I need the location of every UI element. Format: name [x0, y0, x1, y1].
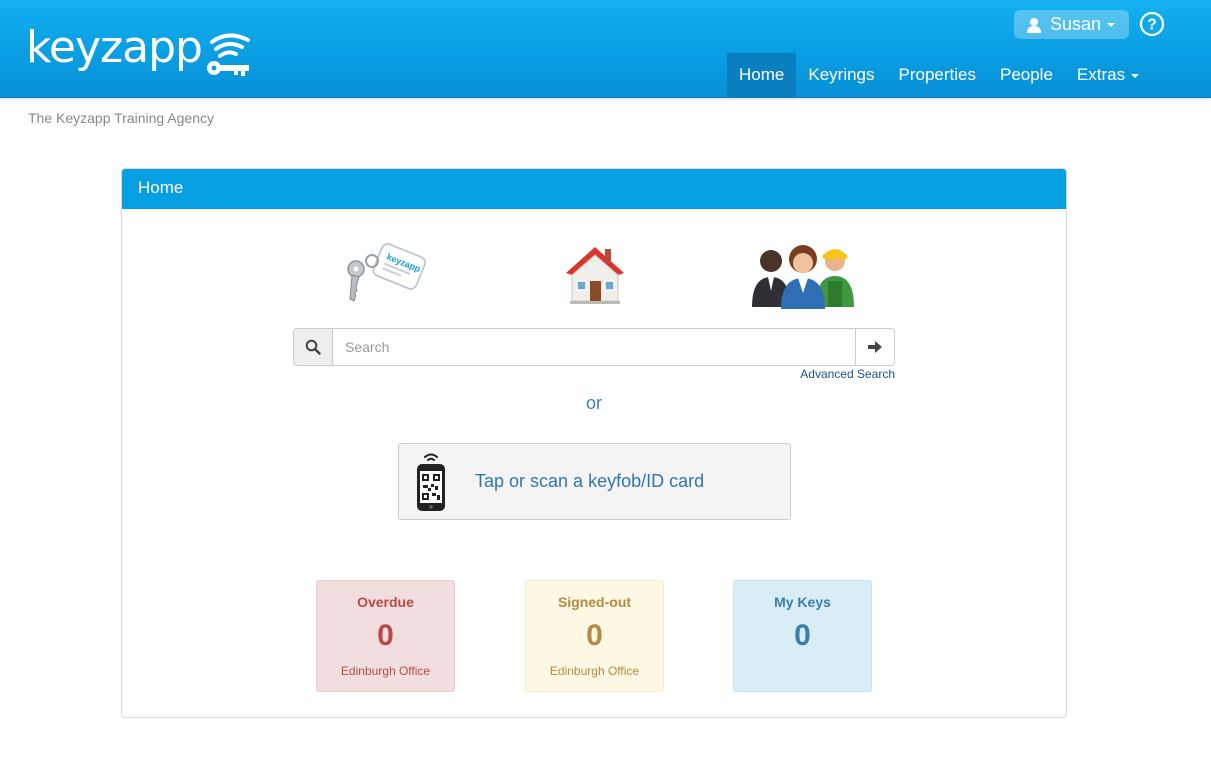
search-group: [293, 328, 895, 366]
scan-keyfob-label: Tap or scan a keyfob/ID card: [475, 471, 705, 491]
chevron-down-icon: [1131, 73, 1140, 78]
stat-title: Signed-out: [557, 594, 632, 610]
panel-title: Home: [122, 169, 1066, 209]
svg-text:?: ?: [1147, 17, 1157, 34]
search-icon: [305, 339, 321, 355]
nav-extras[interactable]: Extras: [1065, 53, 1151, 97]
stat-value: 0: [586, 619, 603, 652]
house-icon[interactable]: [562, 241, 628, 307]
user-menu-button[interactable]: Susan: [1014, 10, 1129, 39]
nav-keyrings[interactable]: Keyrings: [796, 53, 886, 97]
chevron-down-icon: [1107, 22, 1116, 27]
key-wifi-icon: [206, 33, 250, 76]
stat-my-keys[interactable]: My Keys 0: [733, 580, 872, 692]
top-navbar: keyzapp Susan ? Home Keyrings Properties…: [0, 0, 1211, 98]
nav-people[interactable]: People: [988, 53, 1065, 97]
stat-subtitle: [734, 664, 871, 680]
stat-title: Overdue: [357, 594, 414, 610]
stat-value: 0: [377, 619, 394, 652]
stat-value: 0: [794, 619, 811, 652]
stat-subtitle: Edinburgh Office: [549, 664, 640, 678]
stat-title: My Keys: [774, 594, 831, 610]
search-icon-addon[interactable]: [293, 328, 333, 366]
user-icon: [1027, 17, 1041, 33]
or-divider-text: or: [585, 393, 602, 413]
search-input[interactable]: [333, 328, 855, 366]
stat-overdue[interactable]: Overdue 0 Edinburgh Office: [316, 580, 455, 692]
scan-keyfob-button[interactable]: Tap or scan a keyfob/ID card: [398, 443, 791, 520]
stat-signed-out[interactable]: Signed-out 0 Edinburgh Office: [525, 580, 664, 692]
home-panel: Home keyzapp Search Advanced Search or T…: [121, 168, 1067, 718]
phone-qr-icon: [417, 453, 445, 511]
search-submit-button[interactable]: [855, 328, 895, 366]
main-nav: Home Keyrings Properties People Extras: [727, 53, 1151, 97]
advanced-search-link[interactable]: Advanced Search: [722, 367, 895, 381]
arrow-right-icon: [868, 341, 882, 353]
nav-properties[interactable]: Properties: [887, 53, 988, 97]
agency-name: The Keyzapp Training Agency: [28, 110, 215, 126]
nav-home[interactable]: Home: [727, 53, 797, 97]
people-icon[interactable]: [750, 241, 856, 311]
stat-subtitle: Edinburgh Office: [340, 664, 431, 678]
keyzapp-logo[interactable]: keyzapp: [26, 22, 264, 82]
help-circle-icon[interactable]: ?: [1139, 11, 1165, 37]
user-name: Susan: [1050, 14, 1102, 34]
keyring-icon[interactable]: keyzapp: [342, 237, 432, 309]
logo-text: keyzapp: [26, 22, 203, 73]
